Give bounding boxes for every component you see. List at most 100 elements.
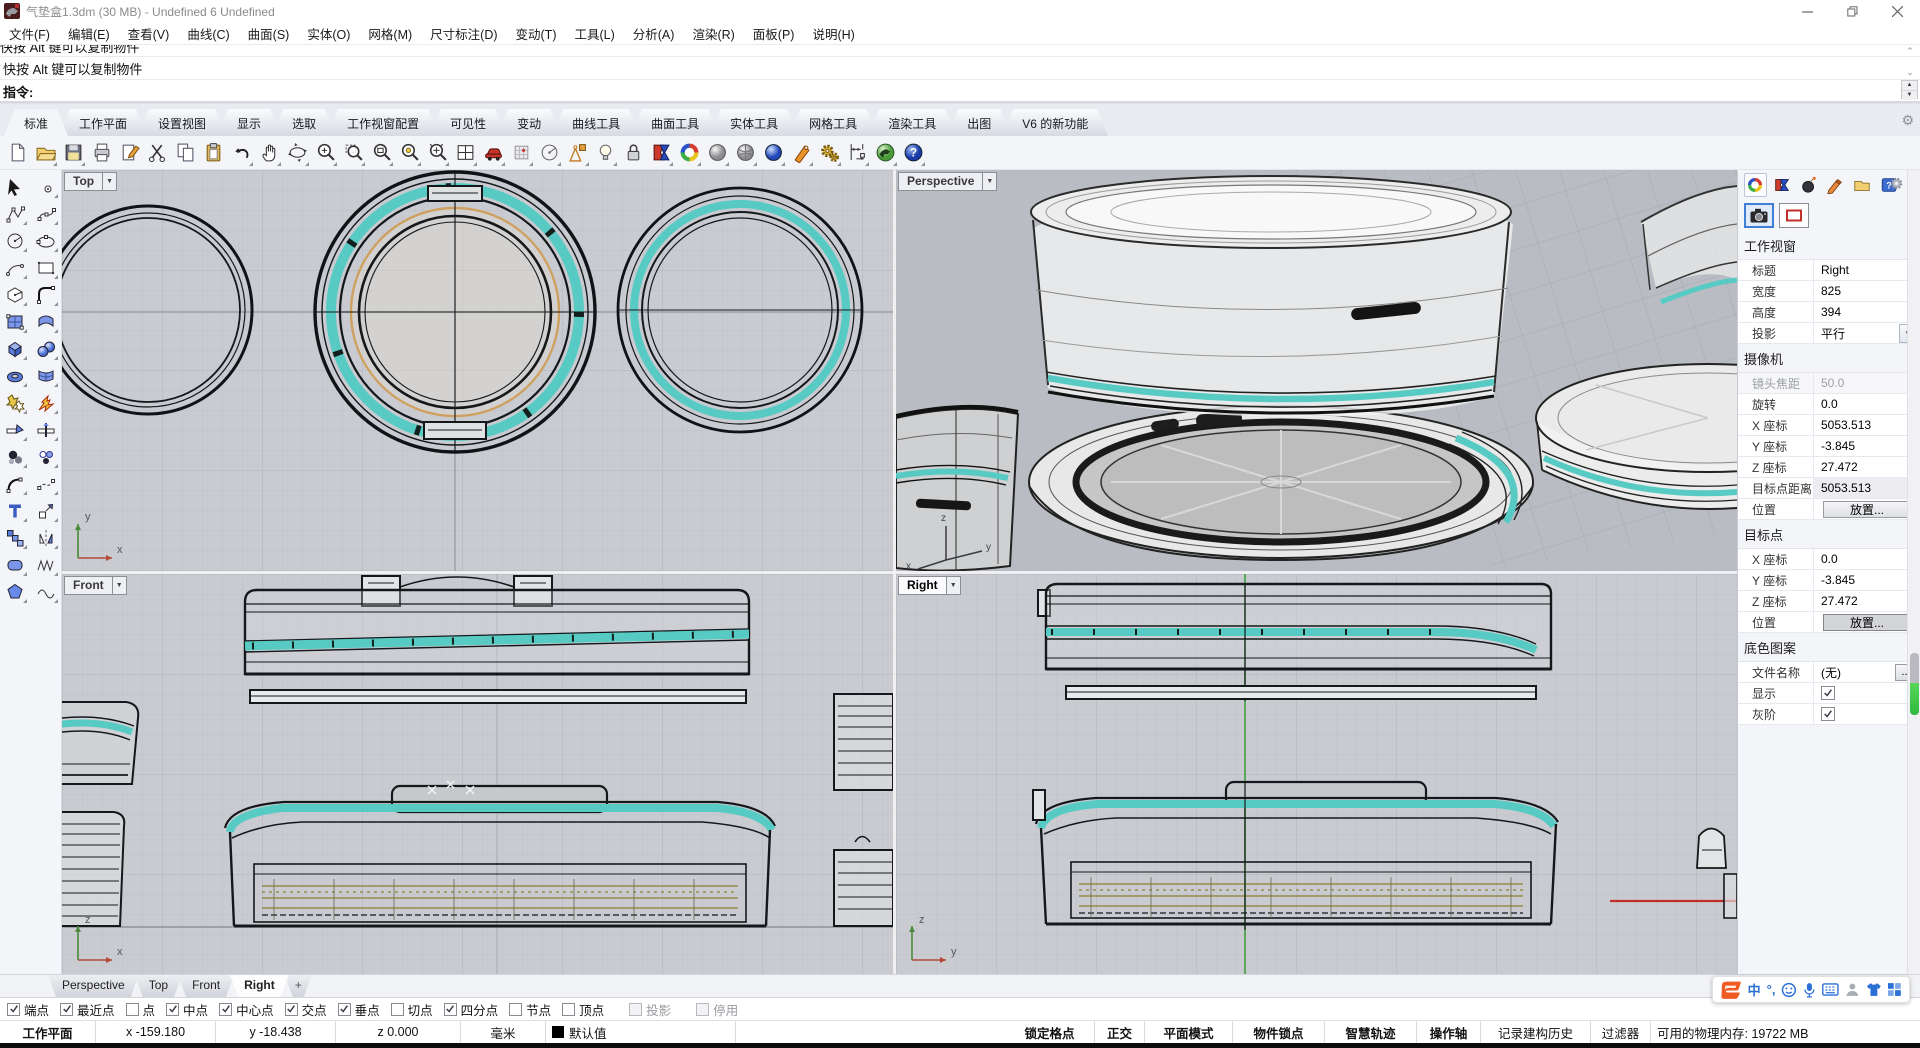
prop-value-rotation[interactable]: 0.0	[1814, 394, 1920, 414]
viewport-tab-add[interactable]: +	[285, 975, 312, 997]
toggle-smarttrack[interactable]: 智慧轨迹	[1325, 1021, 1417, 1043]
edit-page-icon[interactable]	[116, 139, 142, 167]
cplane-disc-icon[interactable]	[536, 139, 562, 167]
sphere-gray-icon[interactable]	[704, 139, 730, 167]
viewport-tab-right[interactable]: Right	[230, 975, 289, 997]
restore-button[interactable]	[1830, 0, 1875, 22]
toolbar-tab-render-tools[interactable]: 渲染工具	[868, 109, 956, 136]
menu-transform[interactable]: 变动(T)	[507, 21, 566, 46]
surface-grid-icon[interactable]	[2, 310, 28, 333]
gear-icon[interactable]	[1889, 176, 1904, 194]
viewport-front[interactable]: z x Front▼	[62, 574, 893, 974]
zoom-window-dashed-icon[interactable]	[340, 139, 366, 167]
toolbar-tab-curve-tools[interactable]: 曲线工具	[552, 109, 640, 136]
viewport-tab-top[interactable]: Top	[135, 975, 182, 997]
undo-icon[interactable]	[228, 139, 254, 167]
rectangle-icon[interactable]	[33, 256, 59, 279]
open-folder-icon[interactable]	[32, 139, 58, 167]
panel-scrollbar[interactable]	[1907, 170, 1920, 974]
ellipse-icon[interactable]	[33, 229, 59, 252]
toolbar-tab-drafting[interactable]: 出图	[947, 109, 1011, 136]
viewport-right-label[interactable]: Right▼	[898, 576, 961, 595]
sphere-blue-icon[interactable]	[760, 139, 786, 167]
spring-curve-icon[interactable]	[33, 553, 59, 576]
prop-value-cam-z[interactable]: 27.472	[1814, 457, 1920, 477]
lock-icon[interactable]	[620, 139, 646, 167]
close-button[interactable]	[1875, 0, 1920, 22]
command-prompt[interactable]: 指令:	[0, 80, 1920, 103]
rotate-view-icon[interactable]	[284, 139, 310, 167]
sphere-checker-icon[interactable]	[732, 139, 758, 167]
split-icon[interactable]	[33, 418, 59, 441]
pan-hand-icon[interactable]	[256, 139, 282, 167]
surface-round-icon[interactable]	[2, 553, 28, 576]
set-view-cone-icon[interactable]	[564, 139, 590, 167]
zoom-selected-icon[interactable]	[396, 139, 422, 167]
viewport-perspective[interactable]: z y x Perspective▼	[896, 170, 1737, 571]
target-place-button[interactable]: 放置...	[1823, 614, 1911, 631]
toolbar-tab-surface-tools[interactable]: 曲面工具	[631, 109, 719, 136]
properties-wheel-icon[interactable]	[1744, 173, 1767, 197]
blend-curve-icon[interactable]	[33, 472, 59, 495]
surface-patch-icon[interactable]	[33, 364, 59, 387]
toolbar-tab-transform[interactable]: 变动	[497, 109, 561, 136]
prop-value-filename[interactable]: (无)...	[1814, 662, 1920, 682]
toolbar-tab-standard[interactable]: 标准	[4, 109, 68, 136]
toolbar-tab-cplane[interactable]: 工作平面	[59, 109, 147, 136]
zoom-dynamic-icon[interactable]	[312, 139, 338, 167]
toolbar-tab-select[interactable]: 选取	[272, 109, 336, 136]
prop-value-cam-x[interactable]: 5053.513	[1814, 415, 1920, 435]
viewport-front-label[interactable]: Front▼	[64, 576, 127, 595]
microphone-icon[interactable]	[1803, 982, 1816, 998]
toggle-filter[interactable]: 过滤器	[1591, 1021, 1651, 1043]
menu-edit[interactable]: 编辑(E)	[59, 21, 119, 46]
prop-value-title[interactable]: Right	[1814, 260, 1920, 280]
toggle-grid-snap[interactable]: 锁定格点	[1005, 1021, 1095, 1043]
dimension-icon[interactable]	[844, 139, 870, 167]
command-scrollbar[interactable]: ⌃⌄	[1902, 46, 1918, 78]
menu-view[interactable]: 查看(V)	[119, 21, 179, 46]
paste-clipboard-icon[interactable]	[200, 139, 226, 167]
menu-analyze[interactable]: 分析(A)	[624, 21, 684, 46]
mirror-icon[interactable]	[33, 526, 59, 549]
osnap-center[interactable]: 中心点	[219, 1000, 274, 1019]
save-icon[interactable]	[60, 139, 86, 167]
trim-icon[interactable]	[2, 418, 28, 441]
osnap-perpendicular[interactable]: 垂点	[338, 1000, 380, 1019]
wallpaper-props-button[interactable]	[1779, 203, 1809, 228]
menu-help[interactable]: 说明(H)	[803, 21, 863, 46]
spheres-icon[interactable]	[33, 337, 59, 360]
copy-icon[interactable]	[172, 139, 198, 167]
polygon-icon[interactable]	[2, 283, 28, 306]
display-mode-icon[interactable]	[648, 139, 674, 167]
toolbar-tab-display[interactable]: 显示	[217, 109, 281, 136]
prop-value-projection[interactable]: 平行▼	[1814, 323, 1920, 343]
display-mode-icon[interactable]	[1771, 173, 1794, 197]
osnap-point[interactable]: 点	[126, 1000, 156, 1019]
viewport-perspective-canvas[interactable]: z y x	[896, 170, 1737, 571]
scale-icon[interactable]	[33, 499, 59, 522]
zoom-window-icon[interactable]	[368, 139, 394, 167]
skin-shirt-icon[interactable]	[1866, 982, 1882, 997]
polyline-icon[interactable]	[2, 202, 28, 225]
ime-mode-chinese[interactable]: 中	[1748, 980, 1761, 999]
viewport-front-canvas[interactable]: z x	[62, 574, 893, 974]
osnap-vertex[interactable]: 顶点	[562, 1000, 604, 1019]
toolbar-tab-visibility[interactable]: 可见性	[430, 109, 506, 136]
cut-scissors-icon[interactable]	[144, 139, 170, 167]
minimize-button[interactable]	[1785, 0, 1830, 22]
gear-options-icon[interactable]	[816, 139, 842, 167]
ime-punctuation[interactable]: °,	[1767, 982, 1776, 997]
rhino-globe-icon[interactable]	[872, 139, 898, 167]
toolbar-tab-v6-new[interactable]: V6 的新功能	[1002, 109, 1108, 136]
circle-icon[interactable]	[2, 229, 28, 252]
menu-file[interactable]: 文件(F)	[0, 21, 59, 46]
command-spinner[interactable]: ▲▼	[1901, 80, 1918, 99]
viewport-top-canvas[interactable]: y x	[62, 170, 893, 571]
menu-solid[interactable]: 实体(O)	[298, 21, 359, 46]
material-brush-icon[interactable]	[1824, 173, 1847, 197]
zoom-extents-icon[interactable]	[424, 139, 450, 167]
viewport-top[interactable]: y x Top▼	[62, 170, 893, 571]
menu-dimension[interactable]: 尺寸标注(D)	[421, 21, 506, 46]
menu-mesh[interactable]: 网格(M)	[359, 21, 421, 46]
